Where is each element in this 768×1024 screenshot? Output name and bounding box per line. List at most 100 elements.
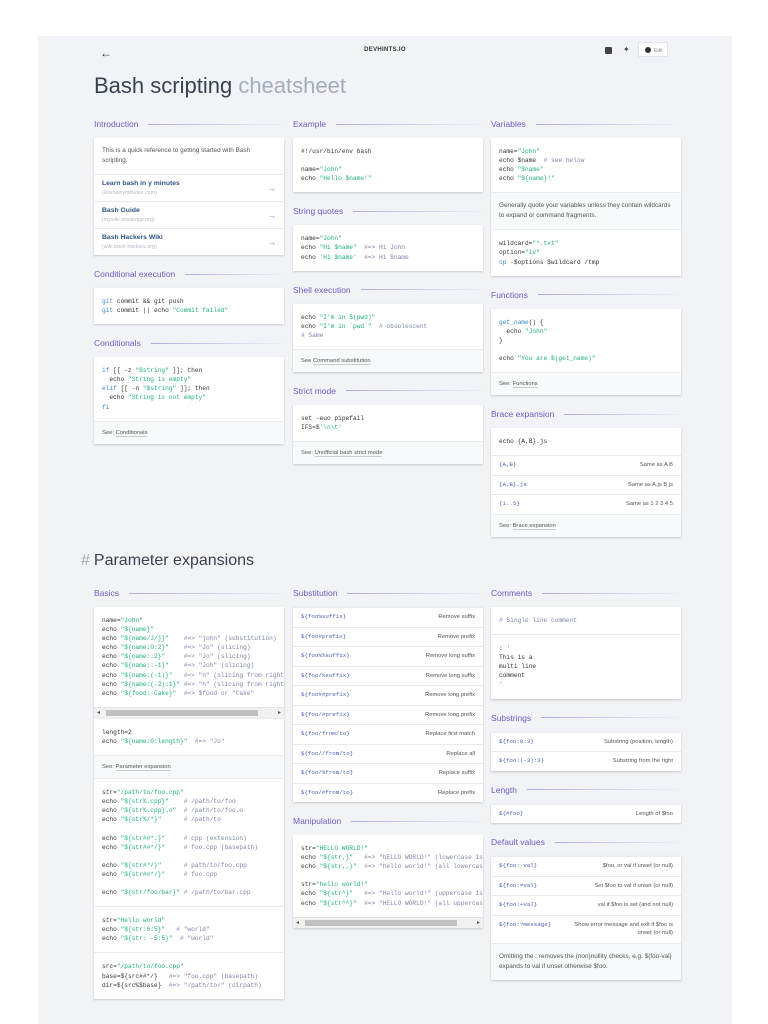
see-also-link[interactable]: Functions [512,381,538,389]
section-heading: Variables [491,117,681,131]
row-description: Same as 1 2 3 4 5 [625,501,673,508]
description-text: Generally quote your variables unless th… [491,192,681,230]
scrollbar-thumb[interactable] [305,919,457,926]
see-also-link[interactable]: Command substitution [312,357,371,365]
section-heading: Brace expansion [491,407,681,421]
code-block: echo "I'm in $(pwd)" echo "I'm in `pwd`"… [293,304,483,349]
row-syntax: {A,B}.js [499,480,527,488]
heading-rule [336,123,483,125]
code-block: # Single line comment [491,607,681,634]
facebook-icon[interactable] [605,47,612,54]
column: Substitution ${foo%suffix} Remove suffix ${… [293,586,483,940]
row-description: Length of $foo [635,810,673,817]
code-block: get_name() { echo "John" } echo "You are… [491,309,681,372]
code-block: name="John" echo $name # see below echo … [491,138,681,192]
edit-label: Edit [654,48,663,54]
heading-rule [351,820,483,822]
section-title-text: Parameter expansions [93,552,254,569]
code-block: name="John" echo "Hi $name" #=> Hi John … [293,225,483,270]
row-description: Replace prefix [437,789,475,796]
scroll-right-icon[interactable]: ▸ [477,919,480,926]
scroll-right-icon[interactable]: ▸ [278,709,281,716]
see-also: See: Brace expansion [491,513,681,537]
column: Variables name="John" echo $name # see be… [491,117,681,549]
row-syntax: ${foo#prefix} [301,632,347,640]
row-syntax: ${foo:-val} [499,862,538,870]
heading-rule [564,413,681,415]
code-text: git commit && git push git commit || ech… [102,298,229,315]
link-title[interactable]: Learn bash in y minutes [102,180,180,187]
section-title: Default values [491,837,545,848]
section-title: Conditionals [94,338,141,349]
row-syntax: ${foo/from/to} [301,730,350,737]
section-card: if [[ -z "$string" ]]; then echo "String… [94,357,284,444]
link-title[interactable]: Bash Guide [102,207,155,214]
section-heading: Default values [491,835,681,849]
section-card: str="HELLO WORLD!" echo "${str,}" #=> "h… [293,835,483,928]
section-title: Length [491,784,517,795]
section-heading: Conditionals [94,336,284,350]
see-also: See: Parameter expansion [94,755,284,779]
code-text: name="John" echo $name # see below echo … [499,148,585,183]
section-heading: Manipulation [293,814,483,828]
description-text: Omitting the : removes the (non)nullity … [491,942,681,980]
horizontal-scrollbar[interactable]: ◂ ▸ [94,706,284,718]
see-prefix: See: [499,522,511,529]
heading-rule [541,717,681,719]
scroll-left-icon[interactable]: ◂ [296,919,299,926]
section-heading: Basics [94,586,284,600]
see-also-link[interactable]: Conditionals [115,429,148,437]
code-text: name="John" echo "${name}" echo "${name/… [102,617,284,697]
code-block: name="John" echo "${name}" echo "${name/… [94,607,284,718]
arrow-right-icon[interactable]: → [267,183,276,193]
section-title: String quotes [293,206,344,217]
table-row: ${foo:0:3} Substring (position, length) [491,731,681,752]
row-syntax: ${foo/%from/to} [301,769,354,776]
section-card: git commit && git push git commit || ech… [94,288,284,325]
row-description: Remove long suffix [425,653,475,659]
arrow-right-icon[interactable]: → [267,237,276,247]
heading-rule [129,592,284,594]
table-row: ${foo:+val} val if $foo is set (and not n… [491,895,681,915]
heading-rule [554,841,681,843]
table-row: ${foo#prefix} Remove prefix [293,626,483,647]
reference-link[interactable]: Bash Guide (mywiki.wooledge.org) → [94,201,284,228]
page-title: Bash scripting cheatsheet [94,73,346,99]
row-syntax: ${foo:?message} [499,920,552,928]
table-row: {A,B} Same as A B [491,455,681,475]
scrollbar-thumb[interactable] [106,709,258,716]
edit-button[interactable]: Edit [638,42,668,57]
table-row: {A,B}.js Same as A.js B.js [491,474,681,495]
section-card: # Single line comment: ' This is a multi… [491,607,681,699]
arrow-right-icon[interactable]: → [267,210,276,220]
scroll-left-icon[interactable]: ◂ [97,709,100,716]
see-also-link[interactable]: Brace expansion [512,522,556,530]
table-row: ${foo:=val} Set $foo to val if unset (or … [491,875,681,896]
table-row: ${foo%%suffix} Remove long suffix [293,646,483,666]
see-also-link[interactable]: Unofficial bash strict mode [314,450,383,458]
table-row: ${foo##prefix} Remove long prefix [293,685,483,705]
section-title: Basics [94,588,120,598]
table-row: ${#foo} Length of $foo [491,803,681,824]
code-text: name="John" echo "Hi $name" #=> Hi John … [301,235,409,261]
section-title: Comments [491,588,533,598]
reference-link[interactable]: Bash Hackers Wiki (wiki.bash-hackers.org)… [94,228,284,255]
section-card: ${foo:0:3} Substring (position, length) ${… [491,731,681,771]
section-title: Functions [491,289,528,300]
section-heading: Introduction [94,117,284,131]
twitter-icon[interactable]: ✦ [623,45,630,54]
horizontal-scrollbar[interactable]: ◂ ▸ [293,916,483,928]
row-description: Substring from the right [612,758,673,765]
section-card: ${foo:-val} $foo, or val if unset (or nul… [491,856,681,980]
link-domain: (wiki.bash-hackers.org) [102,244,157,250]
reference-link[interactable]: Learn bash in y minutes (learnxinyminutes… [94,174,284,201]
section-heading: Comments [491,586,681,600]
table-row: ${foo:-val} $foo, or val if unset (or nul… [491,856,681,876]
section-title: Introduction [94,119,139,129]
code-text: str="HELLO WORLD!" echo "${str,}" #=> "h… [301,845,483,907]
link-title[interactable]: Bash Hackers Wiki [102,234,163,241]
section-card: ${foo%suffix} Remove suffix ${foo#prefix} R… [293,607,483,802]
heading-rule [150,342,284,344]
see-also-link[interactable]: Parameter expansion [115,764,171,772]
row-description: Same as A.js B.js [627,481,673,488]
